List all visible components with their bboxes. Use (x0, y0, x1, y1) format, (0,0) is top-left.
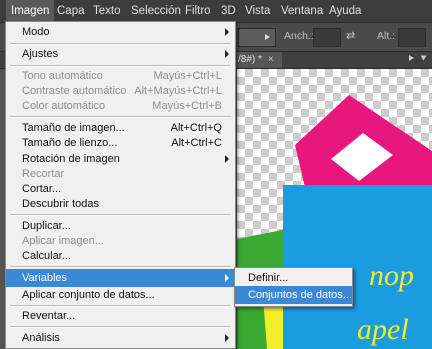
artwork-text-line-1: nop (369, 259, 414, 292)
menu-separator (10, 214, 231, 216)
swap-icon[interactable]: ⇄ (346, 29, 355, 42)
menu-item-aplicar-conjunto-datos[interactable]: Aplicar conjunto de datos... (6, 286, 235, 304)
menu-seleccion[interactable]: Selección (126, 0, 186, 22)
menu-item-variables[interactable]: Variables (6, 269, 235, 287)
menu-item-reventar[interactable]: Reventar... (6, 307, 235, 325)
menu-texto[interactable]: Texto (88, 0, 126, 22)
menu-item-analisis[interactable]: Análisis (6, 329, 235, 347)
height-label: Alt.: (377, 30, 396, 42)
submenu-arrow-icon (225, 334, 229, 342)
menu-ayuda[interactable]: Ayuda (324, 0, 366, 22)
menu-ventana[interactable]: Ventana (276, 0, 328, 22)
menu-separator (10, 326, 231, 328)
submenu-arrow-icon (225, 274, 229, 282)
close-tab-icon[interactable]: × (268, 54, 274, 65)
imagen-menu: Modo Ajustes Tono automático Mayús+Ctrl+… (5, 21, 236, 349)
submenu-arrow-icon (225, 28, 229, 36)
tab-overflow-icon[interactable] (420, 55, 427, 61)
width-label: Anch.: (284, 30, 314, 42)
tab-scroll-icon[interactable] (409, 55, 414, 61)
menu-item-calcular[interactable]: Calcular... (6, 247, 235, 265)
menu-item-descubrir-todas[interactable]: Descubrir todas (6, 195, 235, 213)
submenu-arrow-icon (225, 50, 229, 58)
style-dropdown[interactable] (238, 28, 276, 47)
menu-separator (10, 116, 231, 118)
menu-imagen[interactable]: Imagen (6, 0, 55, 22)
menu-item-modo[interactable]: Modo (6, 23, 235, 41)
document-tab-title: /8#) * (238, 54, 262, 65)
menu-filtro[interactable]: Filtro (180, 0, 216, 22)
menu-separator (10, 266, 231, 268)
menu-bar: Imagen Capa Texto Selección Filtro 3D Vi… (0, 0, 432, 23)
submenu-item-conjuntos-datos[interactable]: Conjuntos de datos... (235, 286, 352, 304)
height-field[interactable] (398, 28, 426, 47)
menu-vista[interactable]: Vista (240, 0, 275, 22)
menu-item-ajustes[interactable]: Ajustes (6, 45, 235, 63)
width-field[interactable] (313, 28, 341, 47)
variables-submenu: Definir... Conjuntos de datos... (234, 267, 353, 307)
document-tab[interactable]: /8#) * × (232, 52, 282, 68)
menu-3d[interactable]: 3D (216, 0, 241, 22)
document-canvas[interactable]: nop apel (237, 69, 432, 349)
canvas-artwork: nop apel (237, 95, 432, 349)
menu-capa[interactable]: Capa (52, 0, 90, 22)
submenu-arrow-icon (225, 155, 229, 163)
artwork-text-line-2: apel (357, 313, 409, 346)
menu-item-color-automatico[interactable]: Color automático Mayús+Ctrl+B (6, 97, 235, 115)
submenu-item-definir[interactable]: Definir... (235, 269, 352, 287)
